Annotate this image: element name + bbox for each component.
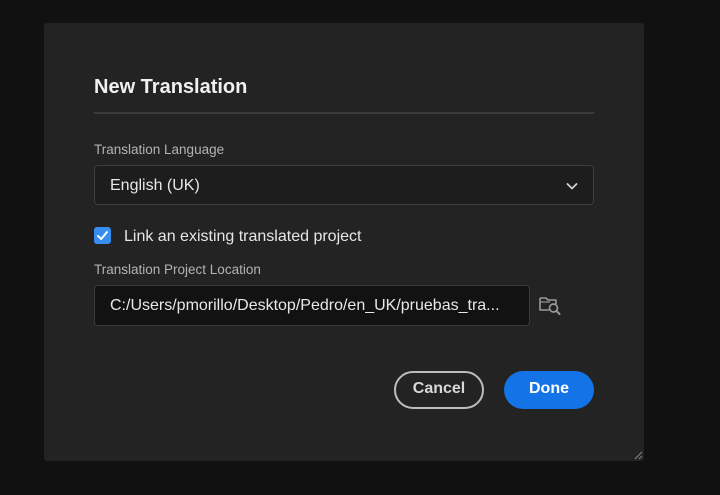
translation-project-location-label: Translation Project Location <box>94 262 261 277</box>
done-button[interactable]: Done <box>504 371 594 409</box>
title-divider <box>94 112 594 114</box>
dialog-title: New Translation <box>94 76 248 98</box>
translation-language-value: English (UK) <box>110 177 200 194</box>
link-existing-project-label[interactable]: Link an existing translated project <box>124 228 361 246</box>
translation-language-dropdown[interactable]: English (UK) <box>94 165 594 205</box>
translation-language-label: Translation Language <box>94 142 225 157</box>
translation-project-location-field[interactable]: C:/Users/pmorillo/Desktop/Pedro/en_UK/pr… <box>94 285 530 326</box>
resize-grip-icon[interactable] <box>633 450 643 460</box>
cancel-button[interactable]: Cancel <box>394 371 484 409</box>
cancel-button-label: Cancel <box>412 380 466 397</box>
chevron-down-icon <box>566 183 578 190</box>
checkmark-icon <box>97 231 108 240</box>
link-existing-project-checkbox[interactable] <box>94 227 111 244</box>
folder-search-icon[interactable] <box>538 293 562 317</box>
translation-project-location-value: C:/Users/pmorillo/Desktop/Pedro/en_UK/pr… <box>110 297 500 314</box>
done-button-label: Done <box>529 380 569 397</box>
new-translation-dialog: New Translation Translation Language Eng… <box>44 23 644 461</box>
